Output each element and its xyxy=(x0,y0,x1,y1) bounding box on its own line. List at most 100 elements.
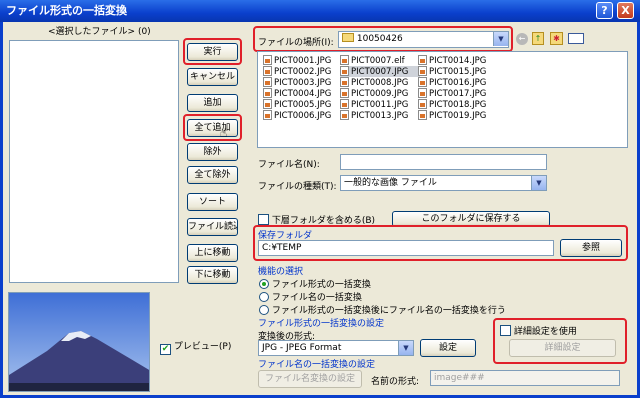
filetype-value: 一般的な画像 ファイル xyxy=(344,178,437,188)
chevron-down-icon[interactable]: ▼ xyxy=(493,32,508,46)
move-up-button[interactable]: 上に移動 xyxy=(187,244,238,262)
mode-option-filename[interactable]: ファイル名の一括変換 xyxy=(259,290,362,303)
file-item[interactable]: PICT0019.JPG xyxy=(418,110,498,121)
subfolder-label: 下層フォルダを含める(B) xyxy=(271,216,376,226)
image-file-icon xyxy=(418,99,427,109)
name-format-label: 名前の形式: xyxy=(371,377,420,387)
advanced-checkbox[interactable]: 詳細設定を使用 xyxy=(500,324,577,337)
preview-label: プレビュー(P) xyxy=(173,342,232,352)
radio-selected-icon xyxy=(259,279,269,289)
name-format-input[interactable]: image### xyxy=(430,370,620,386)
selected-files-list[interactable] xyxy=(9,40,179,283)
format-settings-button[interactable]: 設定 xyxy=(420,339,476,357)
file-item[interactable]: PICT0006.JPG xyxy=(263,110,343,121)
close-button[interactable]: X xyxy=(617,2,634,19)
remove-button[interactable]: 除外 xyxy=(187,143,238,161)
image-file-icon xyxy=(263,55,272,65)
checkbox-icon xyxy=(500,325,511,336)
file-item[interactable]: PICT0008.JPG xyxy=(340,77,420,88)
file-item[interactable]: PICT0018.JPG xyxy=(418,99,498,110)
mode-option-format[interactable]: ファイル形式の一括変換 xyxy=(259,277,371,290)
file-item[interactable]: PICT0001.JPG xyxy=(263,55,343,66)
file-item[interactable]: PICT0015.JPG xyxy=(418,66,498,77)
new-folder-icon[interactable]: ✱ xyxy=(550,32,563,45)
file-item[interactable]: PICT0017.JPG xyxy=(418,88,498,99)
image-file-icon xyxy=(340,88,349,98)
close-icon: X xyxy=(621,4,630,17)
view-menu-icon[interactable] xyxy=(568,33,584,44)
location-select[interactable]: 10050426 xyxy=(338,31,509,48)
run-button[interactable]: 実行 xyxy=(187,43,238,61)
format-section-label: ファイル形式の一括変換の設定 xyxy=(258,319,385,329)
image-file-icon xyxy=(340,66,349,76)
selected-files-header: <選択したファイル> (0) xyxy=(48,27,151,37)
filetype-label: ファイルの種類(T): xyxy=(258,182,337,192)
up-folder-icon[interactable]: ↑ xyxy=(532,32,544,45)
file-item[interactable]: PICT0002.JPG xyxy=(263,66,343,77)
file-item[interactable]: PICT0005.JPG xyxy=(263,99,343,110)
filename-input[interactable] xyxy=(340,154,547,170)
folder-icon xyxy=(342,33,354,42)
image-file-icon xyxy=(418,66,427,76)
subfolder-checkbox[interactable]: 下層フォルダを含める(B) xyxy=(258,213,375,226)
remove-all-button[interactable]: 全て除外 xyxy=(187,166,238,184)
image-file-icon xyxy=(263,88,272,98)
file-item[interactable]: PICT0011.JPG xyxy=(340,99,420,110)
preview-checkbox[interactable]: ✔ プレビュー(P) xyxy=(160,339,231,355)
mode-label: 機能の選択 xyxy=(258,267,304,277)
browse-button[interactable]: 参照 xyxy=(560,239,622,257)
cancel-button[interactable]: キャンセル xyxy=(187,68,238,86)
radio-icon xyxy=(259,292,269,302)
image-file-icon xyxy=(263,99,272,109)
radio-icon xyxy=(259,305,269,315)
file-item[interactable]: PICT0007.elf xyxy=(340,55,420,66)
preview-image xyxy=(8,292,150,392)
file-item[interactable]: PICT0004.JPG xyxy=(263,88,343,99)
image-file-icon xyxy=(418,77,427,87)
file-item[interactable]: PICT0003.JPG xyxy=(263,77,343,88)
add-all-button[interactable]: 全て追加 xyxy=(187,119,238,137)
file-column-3: PICT0014.JPG PICT0015.JPG PICT0016.JPG P… xyxy=(418,55,498,121)
filename-label: ファイル名(N): xyxy=(258,160,320,170)
image-file-icon xyxy=(263,77,272,87)
filetype-select[interactable]: 一般的な画像 ファイル xyxy=(340,175,547,191)
location-value: 10050426 xyxy=(356,34,403,44)
mountain-photo xyxy=(9,293,149,391)
file-item[interactable]: PICT0014.JPG xyxy=(418,55,498,66)
load-file-button[interactable]: ファイル読込 xyxy=(187,218,238,236)
help-icon: ? xyxy=(601,4,608,17)
image-file-icon xyxy=(263,110,272,120)
chevron-down-icon[interactable]: ▼ xyxy=(398,341,413,355)
advanced-checkbox-label: 詳細設定を使用 xyxy=(513,327,577,337)
move-down-button[interactable]: 下に移動 xyxy=(187,266,238,284)
checkbox-icon xyxy=(258,214,269,225)
file-item[interactable]: PICT0016.JPG xyxy=(418,77,498,88)
help-button[interactable]: ? xyxy=(596,2,613,19)
target-format-select[interactable]: JPG - JPEG Format xyxy=(258,340,414,356)
image-file-icon xyxy=(340,55,349,65)
title-bar: ファイル形式の一括変換 xyxy=(0,0,640,22)
checkbox-checked-icon: ✔ xyxy=(160,344,171,355)
file-item-selected[interactable]: PICT0007.JPG xyxy=(340,66,420,77)
file-item[interactable]: PICT0013.JPG xyxy=(340,110,420,121)
image-file-icon xyxy=(340,110,349,120)
sort-button[interactable]: ソート xyxy=(187,193,238,211)
add-button[interactable]: 追加 xyxy=(187,94,238,112)
file-column-2: PICT0007.elf PICT0007.JPG PICT0008.JPG P… xyxy=(340,55,420,121)
chevron-down-icon[interactable]: ▼ xyxy=(531,176,546,190)
image-file-icon xyxy=(418,88,427,98)
image-file-icon xyxy=(263,66,272,76)
back-icon[interactable]: ← xyxy=(516,33,528,45)
file-item[interactable]: PICT0009.JPG xyxy=(340,88,420,99)
mode-option-both[interactable]: ファイル形式の一括変換後にファイル名の一括変換を行う xyxy=(259,303,506,316)
file-column-1: PICT0001.JPG PICT0002.JPG PICT0003.JPG P… xyxy=(263,55,343,121)
save-to-this-folder-button[interactable]: このフォルダに保存する xyxy=(392,211,550,227)
filename-convert-settings-button[interactable]: ファイル名変換の設定 xyxy=(258,370,362,388)
window-title: ファイル形式の一括変換 xyxy=(6,4,127,17)
advanced-settings-button[interactable]: 詳細設定 xyxy=(509,339,616,357)
location-label: ファイルの場所(I): xyxy=(258,38,334,48)
image-file-icon xyxy=(418,55,427,65)
mouse-cursor-icon: ☝ xyxy=(220,126,228,140)
target-format-value: JPG - JPEG Format xyxy=(262,343,342,353)
save-folder-input[interactable]: C:¥TEMP xyxy=(258,240,554,256)
